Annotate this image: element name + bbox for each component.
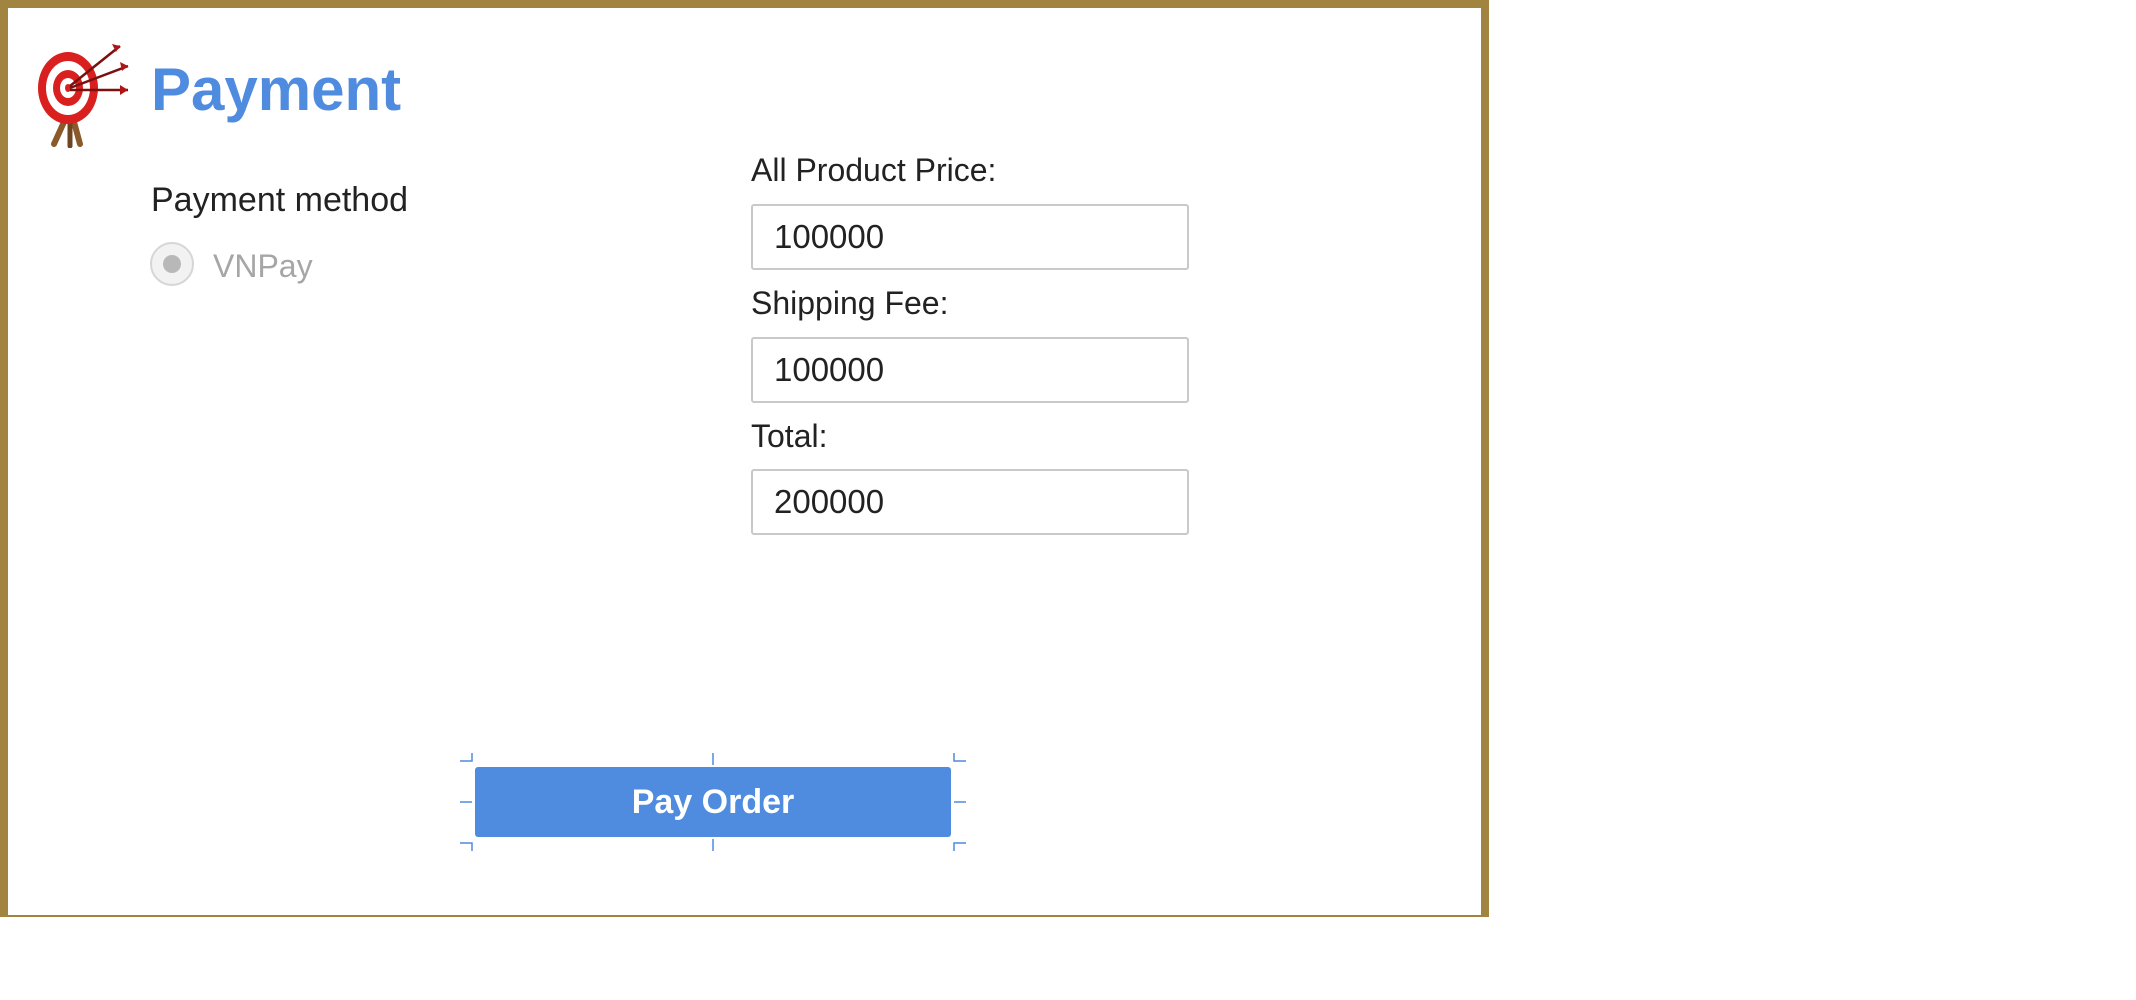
pay-order-button[interactable]: Pay Order <box>475 767 951 837</box>
total-label: Total: <box>751 418 828 454</box>
vnpay-radio[interactable] <box>150 242 194 286</box>
payment-window: Payment Payment method VNPay All Product… <box>0 0 1489 917</box>
product-price-label: All Product Price: <box>751 152 997 188</box>
shipping-fee-label: Shipping Fee: <box>751 285 949 321</box>
page-title: Payment <box>151 56 402 123</box>
target-with-arrows-icon <box>38 44 129 148</box>
vnpay-radio-label: VNPay <box>213 248 313 284</box>
total-field[interactable] <box>751 469 1189 535</box>
shipping-fee-field[interactable] <box>751 337 1189 403</box>
payment-method-label: Payment method <box>151 181 409 219</box>
product-price-field[interactable] <box>751 204 1189 270</box>
radio-selected-dot <box>163 255 181 273</box>
